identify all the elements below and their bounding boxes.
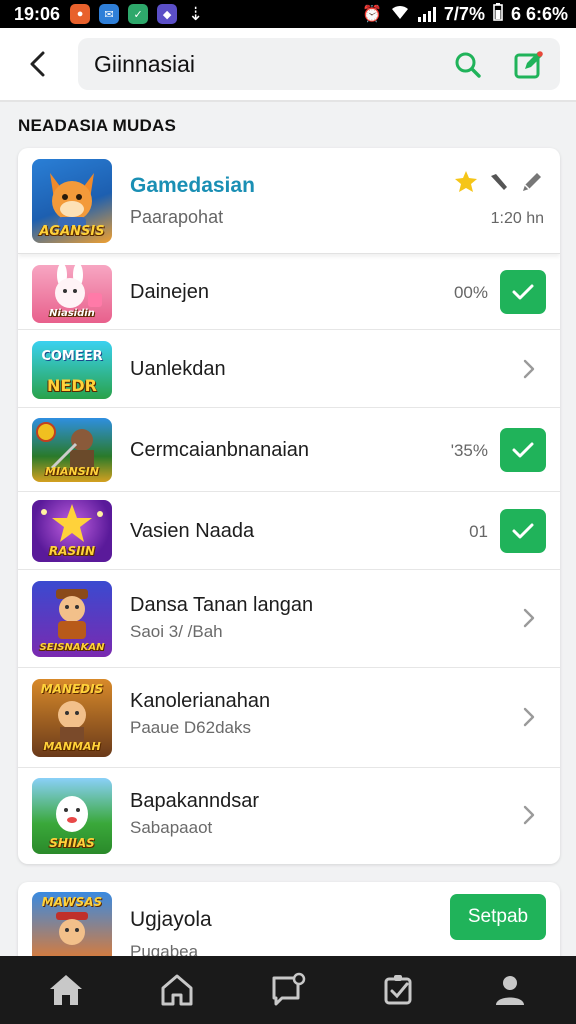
list-item-percent: 00%	[453, 283, 488, 302]
notification-app-icon: ◆	[157, 4, 178, 24]
thumbnail-caption: MAWSAS	[41, 895, 103, 909]
game-thumbnail: MAWSAS	[32, 892, 112, 966]
house-outline-icon	[161, 974, 193, 1006]
list-item-subtitle: Saoi 3/ /Bah	[130, 622, 223, 641]
home-icon	[49, 975, 82, 1005]
game-thumbnail: COMEER NEDR	[32, 341, 112, 399]
status-clock-right: 6 6:6%	[510, 3, 568, 24]
top-app-bar: Giinnasiai	[0, 28, 576, 102]
list-item-title: Vasien Naada	[130, 520, 255, 542]
list-item-subtitle: Sabapaaot	[130, 818, 213, 837]
search-icon	[455, 52, 481, 78]
thumbnail-caption: SEISNAKAN	[39, 642, 105, 653]
featured-title: Gamedasian	[130, 174, 255, 197]
wrench-icon[interactable]	[488, 171, 510, 193]
featured-meta: 1:20 hn	[490, 210, 544, 227]
list-item[interactable]: SHIIAS Bapakanndsar Sabapaaot	[18, 768, 560, 864]
check-button[interactable]	[500, 270, 546, 314]
star-icon[interactable]	[454, 170, 478, 194]
list-item-percent: '35%	[450, 441, 488, 460]
game-thumbnail: MIANSIN	[32, 418, 112, 482]
check-icon	[512, 284, 534, 300]
list-item[interactable]: COMEER NEDR Uanlekdan	[18, 330, 560, 408]
thumbnail-caption: RASIIN	[48, 544, 96, 558]
list-item[interactable]: MIANSIN Cermcaianbnanaian '35%	[18, 408, 560, 492]
battery-icon	[493, 2, 503, 26]
check-icon	[512, 442, 534, 458]
download-icon: ⇣	[188, 3, 204, 24]
chevron-right-icon	[518, 804, 540, 826]
section-title: NEADASIA MUDAS	[18, 116, 177, 135]
check-button[interactable]	[500, 428, 546, 472]
featured-item[interactable]: AGANSIS Gamedasian Paarapohat 1:20 hn	[18, 148, 560, 254]
game-thumbnail: MANEDIS MANMAH	[32, 679, 112, 757]
list-item[interactable]: Niasidin Dainejen 00%	[18, 254, 560, 330]
back-button[interactable]	[20, 46, 56, 82]
bottom-navigation	[0, 956, 576, 1024]
list-item-percent: 01	[469, 522, 488, 541]
check-icon	[512, 523, 534, 539]
search-input[interactable]: Giinnasiai	[78, 38, 560, 90]
status-time: 19:06	[14, 3, 61, 24]
nav-messages[interactable]	[260, 962, 316, 1018]
games-list-card: AGANSIS Gamedasian Paarapohat 1:20 hn Ni…	[18, 148, 560, 864]
battery-text: 7/7%	[443, 3, 485, 24]
notification-app-icon: ●	[70, 4, 91, 24]
featured-subtitle: Paarapohat	[130, 207, 224, 227]
list-item-title: Dainejen	[130, 281, 209, 303]
checklist-icon	[384, 975, 412, 1005]
search-button[interactable]	[450, 47, 486, 83]
notification-app-icon: ✓	[128, 4, 149, 24]
game-thumbnail: Niasidin	[32, 265, 112, 323]
check-button[interactable]	[500, 509, 546, 553]
list-item-subtitle: Paaue D62daks	[130, 718, 251, 737]
chevron-left-icon	[30, 51, 45, 77]
list-item-title: Bapakanndsar	[130, 790, 259, 812]
game-thumbnail: SEISNAKAN	[32, 581, 112, 657]
edit-icon	[514, 51, 543, 79]
status-bar: 19:06 ● ✉ ✓ ◆ ⇣ ⏰ 7/7% 6 6:6%	[0, 0, 576, 28]
search-input-value: Giinnasiai	[94, 51, 195, 77]
featured-icons	[454, 170, 544, 194]
messages-icon	[272, 972, 306, 1006]
thumbnail-caption: MANMAH	[43, 740, 101, 753]
list-item[interactable]: SEISNAKAN Dansa Tanan langan Saoi 3/ /Ba…	[18, 570, 560, 668]
setup-button[interactable]: Setpab	[450, 894, 546, 940]
thumbnail-caption: Niasidin	[49, 308, 95, 319]
wifi-icon	[390, 4, 410, 25]
list-item-title: Kanolerianahan	[130, 690, 271, 712]
game-thumbnail: SHIIAS	[32, 778, 112, 854]
alarm-icon: ⏰	[362, 6, 382, 23]
thumbnail-caption: AGANSIS	[39, 224, 105, 239]
list-item[interactable]: RASIIN Vasien Naada 01	[18, 492, 560, 570]
list-item-title: Cermcaianbnanaian	[130, 439, 310, 461]
chevron-right-icon	[518, 358, 540, 380]
profile-icon	[496, 976, 525, 1005]
signal-icon	[417, 6, 436, 22]
edit-button[interactable]	[510, 46, 548, 84]
list-item-title: Dansa Tanan langan	[130, 594, 314, 616]
thumbnail-caption: NEDR	[47, 376, 97, 395]
chevron-right-icon	[518, 607, 540, 629]
list-item-title: Uanlekdan	[130, 358, 226, 380]
notification-app-icon: ✉	[99, 4, 120, 24]
nav-tasks[interactable]	[371, 962, 427, 1018]
list-item[interactable]: MANEDIS MANMAH Kanolerianahan Paaue D62d…	[18, 668, 560, 768]
chevron-right-icon	[518, 706, 540, 728]
game-thumbnail: RASIIN	[32, 500, 112, 562]
game-thumbnail: AGANSIS	[32, 159, 112, 243]
pen-icon[interactable]	[520, 170, 544, 194]
nav-profile[interactable]	[482, 962, 538, 1018]
thumbnail-caption: MIANSIN	[45, 465, 99, 478]
bottom-card-title: Ugjayola	[130, 908, 212, 931]
nav-explore[interactable]	[149, 962, 205, 1018]
thumbnail-caption: SHIIAS	[49, 836, 95, 850]
nav-home[interactable]	[38, 962, 94, 1018]
